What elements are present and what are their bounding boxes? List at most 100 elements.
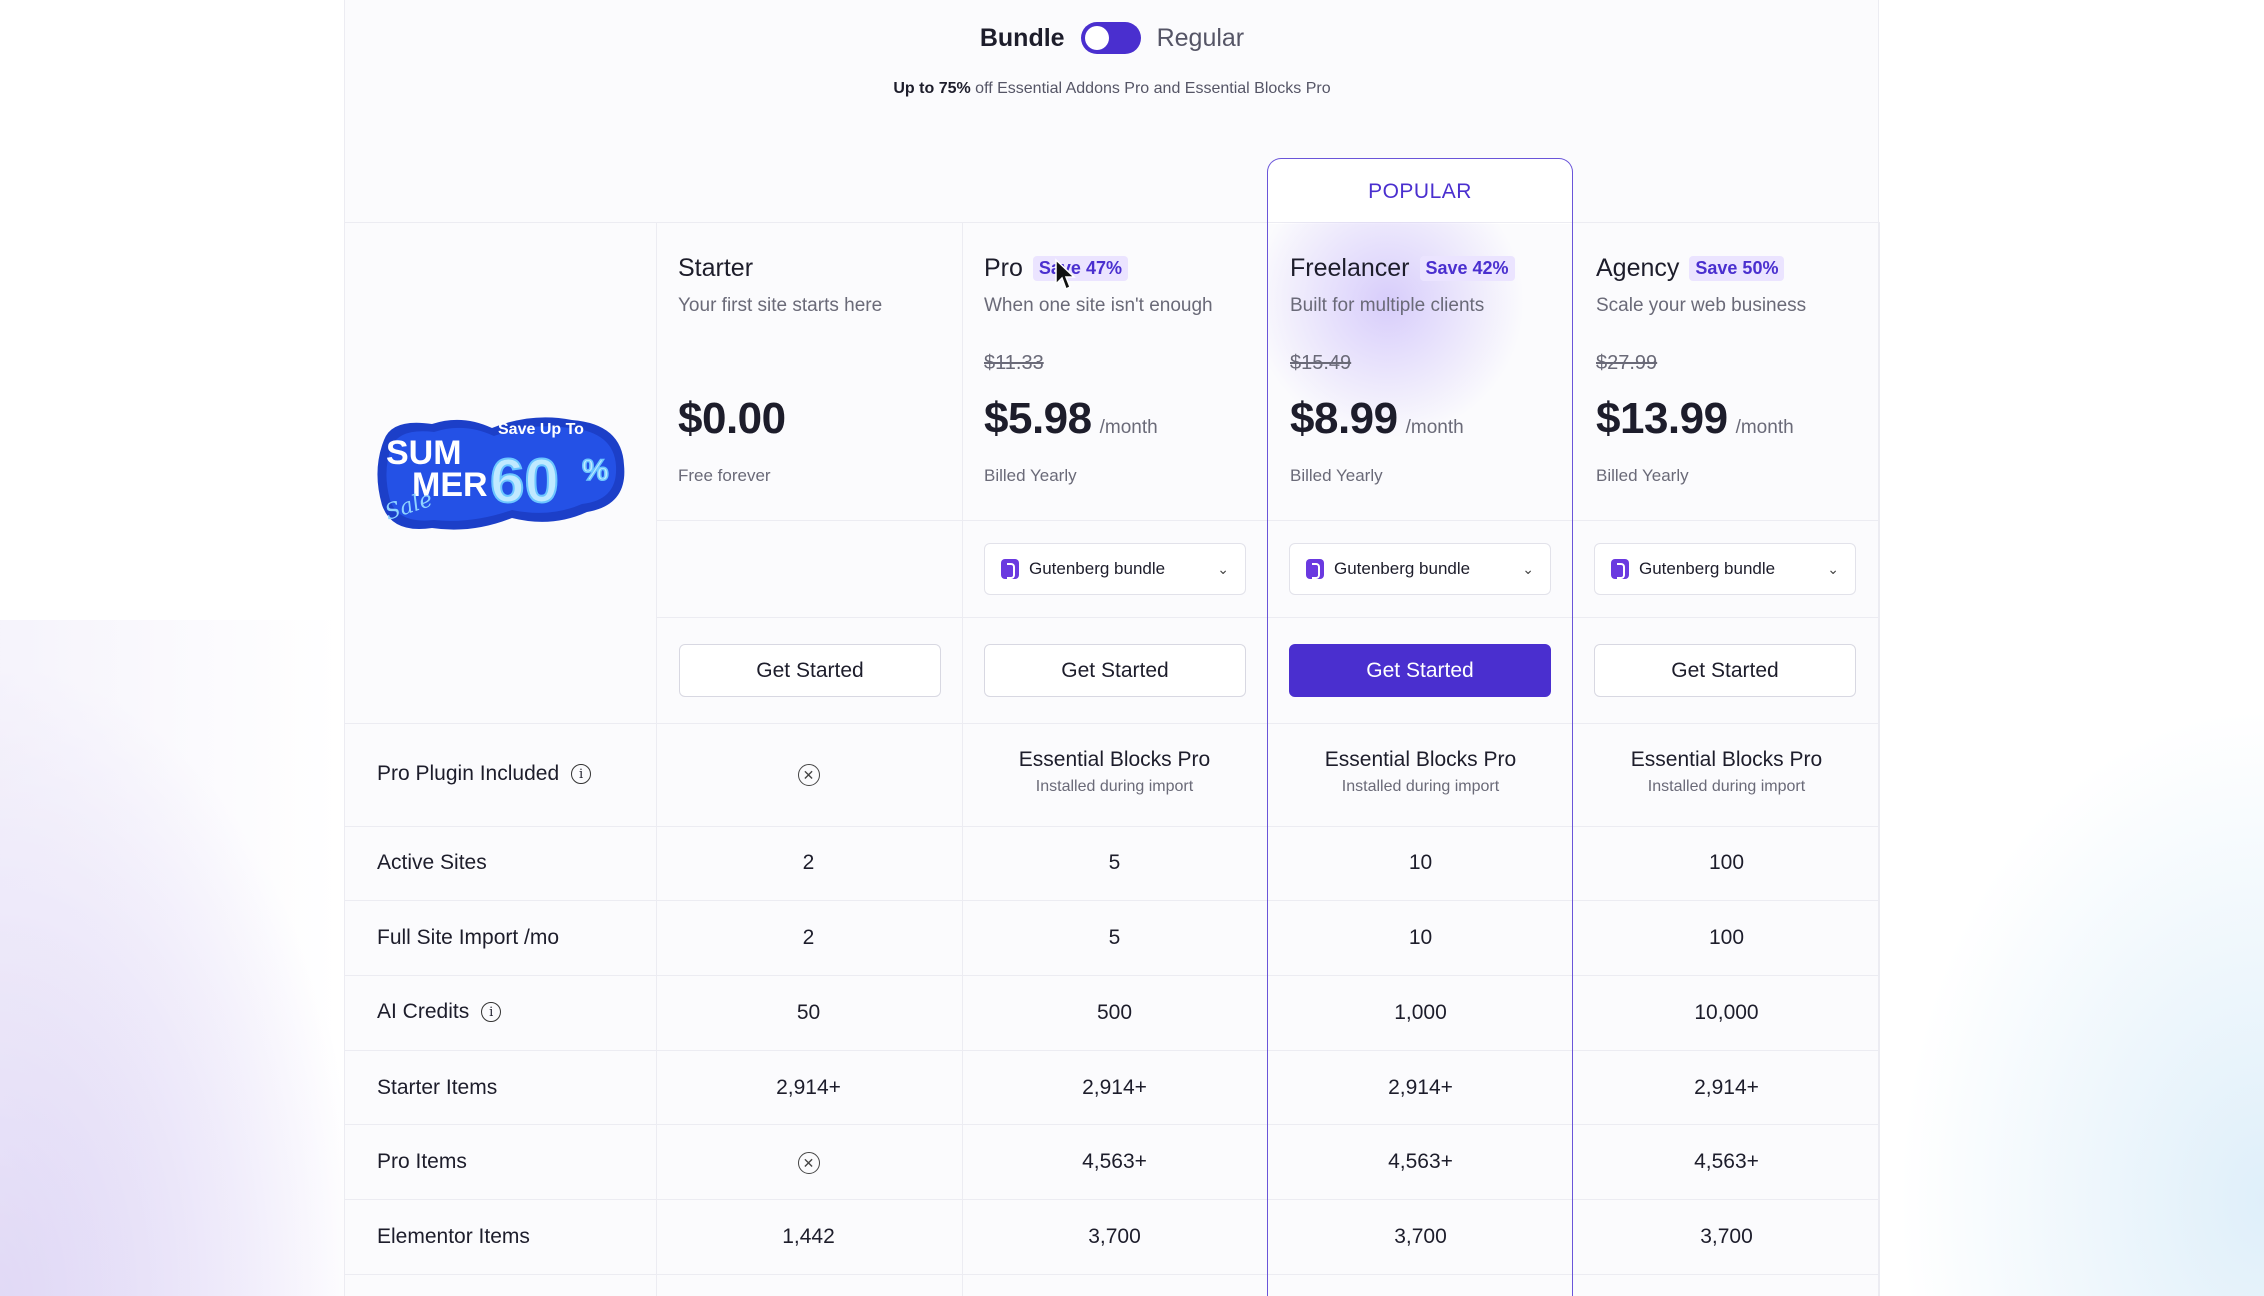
bundle-select-value: Gutenberg bundle <box>1639 559 1776 578</box>
feature-value: 4,563+ <box>1694 1150 1759 1173</box>
feature-label-pro-items: Pro Items <box>377 1150 467 1174</box>
row-divider <box>344 826 1879 827</box>
feature-value: 1,442 <box>782 1225 835 1248</box>
row-divider <box>344 1199 1879 1200</box>
bundle-select-agency[interactable]: Gutenberg bundle ⌄ <box>1594 543 1856 595</box>
feature-label-text: Elementor Items <box>377 1225 530 1248</box>
feature-value: 2 <box>802 926 815 949</box>
plan-starter: Starter Your first site starts here $0.0… <box>656 222 961 522</box>
switch-knob <box>1084 26 1109 50</box>
plan-name: Starter <box>678 254 754 282</box>
column-divider <box>1879 222 1880 1296</box>
plan-name: Agency <box>1596 254 1680 282</box>
feature-value: 100 <box>1708 851 1745 874</box>
feature-value: 3,700 <box>1088 1225 1141 1248</box>
feature-value: 4,563+ <box>1082 1150 1147 1173</box>
row-divider <box>344 900 1879 901</box>
gutenberg-logo-icon <box>1306 559 1324 579</box>
feature-label-text: Pro Items <box>377 1150 467 1173</box>
feature-subvalue: Installed during import <box>1647 778 1806 795</box>
info-icon[interactable]: i <box>571 764 592 784</box>
gutenberg-logo-icon <box>1001 559 1019 579</box>
plan-old-price: $11.33 <box>984 352 1044 374</box>
plan-description: Built for multiple clients <box>1290 295 1485 316</box>
feature-subvalue: Installed during import <box>1341 778 1500 795</box>
feature-value: 3,700 <box>1700 1225 1753 1248</box>
get-started-starter-button[interactable]: Get Started <box>679 644 941 697</box>
plan-description: Scale your web business <box>1596 295 1807 316</box>
plan-description: When one site isn't enough <box>984 295 1213 316</box>
feature-label-text: AI Credits <box>377 1000 470 1023</box>
feature-label-text: Starter Items <box>377 1076 498 1099</box>
feature-value: 2,914+ <box>1388 1076 1453 1099</box>
feature-label-active-sites: Active Sites <box>377 851 487 875</box>
info-icon[interactable]: i <box>481 1002 502 1022</box>
plan-billing-note: Billed Yearly <box>1596 466 1689 485</box>
get-started-agency-button[interactable]: Get Started <box>1594 644 1856 697</box>
feature-cell: ✕ <box>656 1150 961 1174</box>
sale-percent: 60 <box>490 447 559 516</box>
save-badge: Save 47% <box>1032 256 1128 281</box>
feature-value: 1,000 <box>1394 1001 1447 1024</box>
feature-value: 100 <box>1708 926 1745 949</box>
plan-period: /month <box>1099 417 1158 438</box>
plan-name: Pro <box>984 254 1023 282</box>
feature-value: 10,000 <box>1694 1001 1759 1024</box>
feature-label-ai-credits: AI Credits i <box>377 1000 502 1024</box>
get-started-freelancer-button[interactable]: Get Started <box>1289 644 1551 697</box>
popular-label: POPULAR <box>1368 179 1472 203</box>
feature-value: 50 <box>796 1001 821 1024</box>
feature-value: 5 <box>1108 926 1121 949</box>
popular-tab: POPULAR <box>1267 158 1573 224</box>
feature-label-text: Full Site Import /mo <box>377 926 560 949</box>
feature-label-pro-plugin: Pro Plugin Included i <box>377 762 592 786</box>
row-divider <box>344 723 1879 724</box>
feature-value: 500 <box>1096 1001 1133 1024</box>
bundle-regular-switch[interactable] <box>1080 22 1141 54</box>
bundle-select-freelancer[interactable]: Gutenberg bundle ⌄ <box>1289 543 1551 595</box>
feature-value: 3,700 <box>1394 1225 1447 1248</box>
feature-value: Essential Blocks Pro <box>1630 748 1823 771</box>
chevron-down-icon: ⌄ <box>1827 560 1839 577</box>
row-divider <box>344 1050 1879 1051</box>
mouse-cursor-icon <box>1055 258 1076 291</box>
feature-value: 5 <box>1108 851 1121 874</box>
feature-value: 10 <box>1408 926 1433 949</box>
feature-label-full-site-import: Full Site Import /mo <box>377 926 559 950</box>
plan-agency: Agency Save 50% Scale your web business $… <box>1574 222 1879 522</box>
feature-value: 10 <box>1408 851 1433 874</box>
feature-value: Essential Blocks Pro <box>1324 748 1517 771</box>
plan-period: /month <box>1405 417 1464 438</box>
feature-value: 4,563+ <box>1388 1150 1453 1173</box>
plan-old-price: $15.49 <box>1290 352 1352 374</box>
feature-value: 2 <box>802 851 815 874</box>
plan-pro: Pro Save 47% When one site isn't enough $… <box>962 222 1267 522</box>
get-started-pro-button[interactable]: Get Started <box>984 644 1246 697</box>
feature-cell: Essential Blocks Pro Installed during imp… <box>1268 748 1573 796</box>
plan-price: $5.98 <box>984 394 1092 443</box>
regular-label[interactable]: Regular <box>1157 24 1245 53</box>
discount-highlight: Up to 75% <box>893 80 971 97</box>
feature-cell: Essential Blocks Pro Installed during imp… <box>962 748 1267 796</box>
row-divider <box>656 617 1879 618</box>
feature-cell: ✕ <box>656 762 961 786</box>
chevron-down-icon: ⌄ <box>1217 560 1229 577</box>
plan-description: Your first site starts here <box>678 295 883 316</box>
bundle-select-pro[interactable]: Gutenberg bundle ⌄ <box>984 543 1246 595</box>
discount-text: off Essential Addons Pro and Essential B… <box>970 80 1331 97</box>
save-badge: Save 50% <box>1689 256 1785 281</box>
plan-price: $8.99 <box>1290 394 1398 443</box>
plan-billing-note: Billed Yearly <box>1290 466 1383 485</box>
feature-label-text: Pro Plugin Included <box>377 762 560 785</box>
bundle-select-value: Gutenberg bundle <box>1029 559 1166 578</box>
plan-price: $13.99 <box>1596 394 1728 443</box>
row-divider <box>344 1274 1879 1275</box>
feature-label-elementor-items: Elementor Items <box>377 1225 530 1249</box>
background-tile <box>0 620 340 1296</box>
plan-name: Freelancer <box>1290 254 1410 282</box>
plan-period: /month <box>1735 417 1794 438</box>
summer-sale-badge: SUM MER Sale Save Up To 60 % <box>377 417 625 530</box>
feature-value: Essential Blocks Pro <box>1018 748 1211 771</box>
bundle-label[interactable]: Bundle <box>980 24 1065 53</box>
chevron-down-icon: ⌄ <box>1522 560 1534 577</box>
